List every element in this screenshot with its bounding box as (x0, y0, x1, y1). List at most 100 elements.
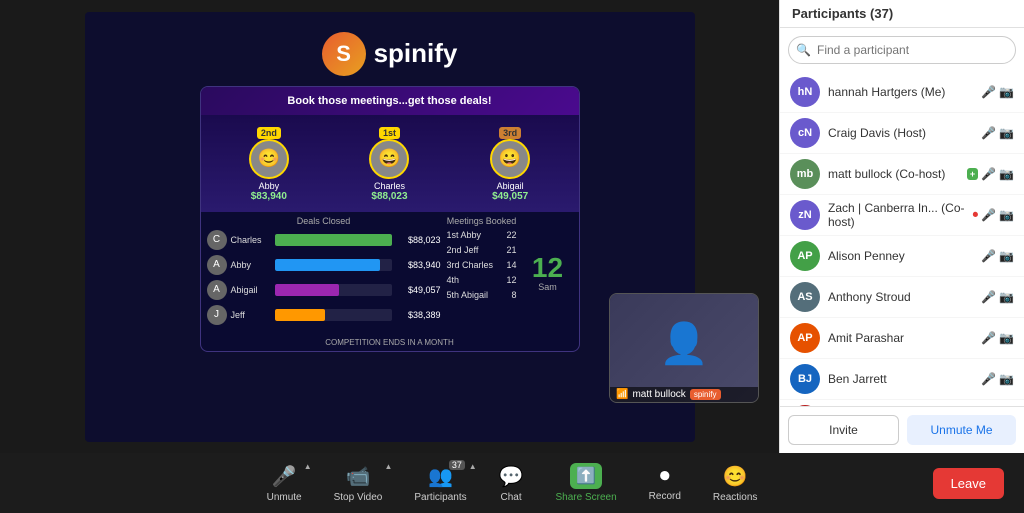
sam-highlight: 12 Sam (523, 216, 573, 330)
record-icon: ⏺ (973, 209, 979, 222)
invite-button[interactable]: Invite (788, 415, 899, 445)
search-box: 🔍 (788, 36, 1016, 64)
chevron-up-icon: ▲ (384, 462, 392, 471)
participant-name: Zach | Canberra In... (Co-host) (828, 201, 965, 229)
2nd-place: 2nd 😊 Abby $83,940 (229, 125, 309, 202)
webcam-name: matt bullock (632, 389, 685, 400)
participant-row: zN Zach | Canberra In... (Co-host) ⏺ 🎤 📷 (780, 195, 1024, 236)
1st-name: Charles (374, 181, 405, 191)
abby-avatar: A (207, 255, 227, 275)
mic-icon: 🎤 (981, 126, 996, 140)
participant-avatar: AP (790, 323, 820, 353)
cam-icon: 📷 (999, 208, 1014, 222)
3rd-avatar: 😀 (490, 139, 530, 179)
jeff-name: Jeff (231, 310, 271, 320)
cam-muted-icon: 📷 (999, 372, 1014, 386)
m1-count: 22 (506, 230, 516, 240)
chat-icon: 💬 (499, 464, 524, 489)
3rd-name: Abigail (497, 181, 524, 191)
deals-header: Deals Closed (207, 216, 441, 226)
spinify-logo-icon: S (322, 32, 366, 76)
top-3-players: 2nd 😊 Abby $83,940 1st 😄 Charles $88,023… (201, 115, 579, 212)
share-screen-button[interactable]: ⬆️ Share Screen (540, 457, 633, 509)
participant-name: matt bullock (Co-host) (828, 167, 959, 181)
record-label: Record (649, 491, 681, 502)
stop-video-button[interactable]: 📹 Stop Video ▲ (318, 458, 399, 509)
3rd-amount: $49,057 (492, 191, 528, 202)
participant-avatar: cN (790, 118, 820, 148)
share-screen-icon: ⬆️ (570, 463, 602, 489)
2nd-name: Abby (259, 181, 280, 191)
abigail-name: Abigail (231, 285, 271, 295)
participants-title: Participants (37) (792, 6, 893, 21)
meetings-header: Meetings Booked (447, 216, 517, 226)
charles-avatar: C (207, 230, 227, 250)
m4-name: 4th (447, 275, 460, 285)
stop-video-label: Stop Video (334, 492, 383, 503)
cam-icon: 📷 (999, 126, 1014, 140)
chevron-up-icon: ▲ (469, 462, 477, 471)
1st-avatar: 😄 (369, 139, 409, 179)
bar-row-charles: C Charles $88,023 (207, 230, 441, 250)
participant-row: BJ Ben Jarrett 🎤 📷 (780, 359, 1024, 400)
mic-icon: 🎤 (981, 290, 996, 304)
reactions-icon: 😊 (723, 464, 748, 489)
chat-label: Chat (501, 492, 522, 503)
bars-icon: 📶 (616, 389, 628, 400)
m3-name: 3rd Charles (447, 260, 494, 270)
unmute-me-button[interactable]: Unmute Me (907, 415, 1016, 445)
search-input[interactable] (788, 36, 1016, 64)
participant-name: Craig Davis (Host) (828, 126, 973, 140)
plus-badge: + (967, 168, 978, 180)
webcam-spinify-badge: spinify (690, 389, 721, 400)
participant-row: AS Anthony Stroud 🎤 📷 (780, 277, 1024, 318)
bar-row-abigail: A Abigail $49,057 (207, 280, 441, 300)
leaderboard: Book those meetings...get those deals! 2… (200, 86, 580, 352)
cam-icon: 📷 (999, 290, 1014, 304)
cam-muted-icon: 📷 (999, 331, 1014, 345)
participant-name: Amit Parashar (828, 331, 973, 345)
participant-row: cN Craig Davis (Host) 🎤 📷 (780, 113, 1024, 154)
m1-name: 1st Abby (447, 230, 482, 240)
right-panel: Participants (37) 🔍 hN hannah Hartgers (… (779, 0, 1024, 453)
2nd-avatar: 😊 (249, 139, 289, 179)
toolbar: 🎤 Unmute ▲ 📹 Stop Video ▲ 👥 37 Participa… (0, 453, 1024, 513)
webcam-person-icon: 👤 (610, 301, 758, 387)
m5-count: 8 (511, 290, 516, 300)
reactions-button[interactable]: 😊 Reactions (697, 458, 773, 509)
leave-button[interactable]: Leave (933, 468, 1004, 499)
competition-footer: COMPETITION ENDS IN A MONTH (201, 334, 579, 351)
cam-icon: 📷 (999, 85, 1014, 99)
chat-button[interactable]: 💬 Chat (483, 458, 540, 509)
reactions-label: Reactions (713, 492, 757, 503)
abigail-avatar: A (207, 280, 227, 300)
charles-name: Charles (231, 235, 271, 245)
1st-place: 1st 😄 Charles $88,023 (349, 125, 429, 202)
share-screen-label: Share Screen (556, 492, 617, 503)
participant-row: mb matt bullock (Co-host) + 🎤 📷 (780, 154, 1024, 195)
participants-button[interactable]: 👥 37 Participants ▲ (398, 458, 482, 509)
cam-icon: 📷 (999, 167, 1014, 181)
sam-label: Sam (538, 282, 557, 292)
participant-name: Ben Jarrett (828, 372, 973, 386)
m5-name: 5th Abigail (447, 290, 489, 300)
unmute-button[interactable]: 🎤 Unmute ▲ (251, 458, 318, 509)
panel-footer: Invite Unmute Me (780, 406, 1024, 453)
m4-count: 12 (506, 275, 516, 285)
participant-avatar: hN (790, 77, 820, 107)
record-button[interactable]: ⏺ Record (633, 459, 697, 508)
1st-amount: $88,023 (371, 191, 407, 202)
participant-avatar: zN (790, 200, 820, 230)
abby-name: Abby (231, 260, 271, 270)
video-area: S spinify Book those meetings...get thos… (0, 0, 779, 453)
record-icon: ⏺ (660, 465, 670, 488)
abigail-value: $49,057 (396, 285, 441, 295)
mic-icon: 🎤 (981, 249, 996, 263)
rank-1: 1st (379, 127, 400, 139)
webcam-preview: 👤 📶 matt bullock spinify (609, 293, 759, 403)
participant-name: Alison Penney (828, 249, 973, 263)
unmute-label: Unmute (267, 492, 302, 503)
search-icon: 🔍 (796, 43, 811, 57)
participant-row: AP Amit Parashar 🎤 📷 (780, 318, 1024, 359)
participants-count: 37 (449, 460, 465, 470)
